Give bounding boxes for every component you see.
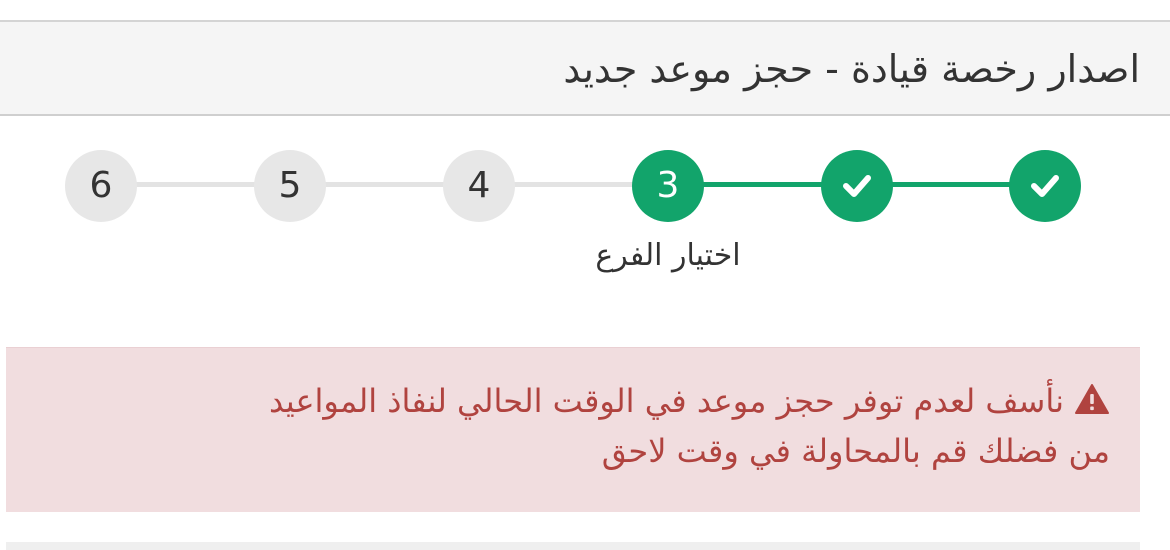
step-4: 4 bbox=[443, 150, 515, 222]
alert-message-line-2: من فضلك قم بالمحاولة في وقت لاحق bbox=[601, 432, 1110, 470]
next-panel-edge bbox=[6, 542, 1140, 550]
page: اصدار رخصة قيادة - حجز موعد جديد 3 4 5 6… bbox=[0, 0, 1170, 550]
check-icon bbox=[1031, 175, 1059, 197]
warning-icon bbox=[1075, 384, 1109, 414]
active-step-label: اختيار الفرع bbox=[595, 238, 741, 273]
progress-stepper: 3 4 5 6 اختيار الفرع bbox=[0, 130, 1170, 290]
error-alert: نأسف لعدم توفر حجز موعد في الوقت الحالي … bbox=[6, 347, 1140, 512]
alert-message-line-1: نأسف لعدم توفر حجز موعد في الوقت الحالي … bbox=[268, 382, 1064, 420]
page-title: اصدار رخصة قيادة - حجز موعد جديد bbox=[563, 47, 1140, 91]
step-5: 5 bbox=[254, 150, 326, 222]
check-icon bbox=[843, 175, 871, 197]
step-3: 3 bbox=[632, 150, 704, 222]
alert-line-1: نأسف لعدم توفر حجز موعد في الوقت الحالي … bbox=[36, 376, 1110, 426]
step-6: 6 bbox=[65, 150, 137, 222]
step-2 bbox=[821, 150, 893, 222]
title-bar: اصدار رخصة قيادة - حجز موعد جديد bbox=[0, 22, 1170, 116]
step-1 bbox=[1009, 150, 1081, 222]
